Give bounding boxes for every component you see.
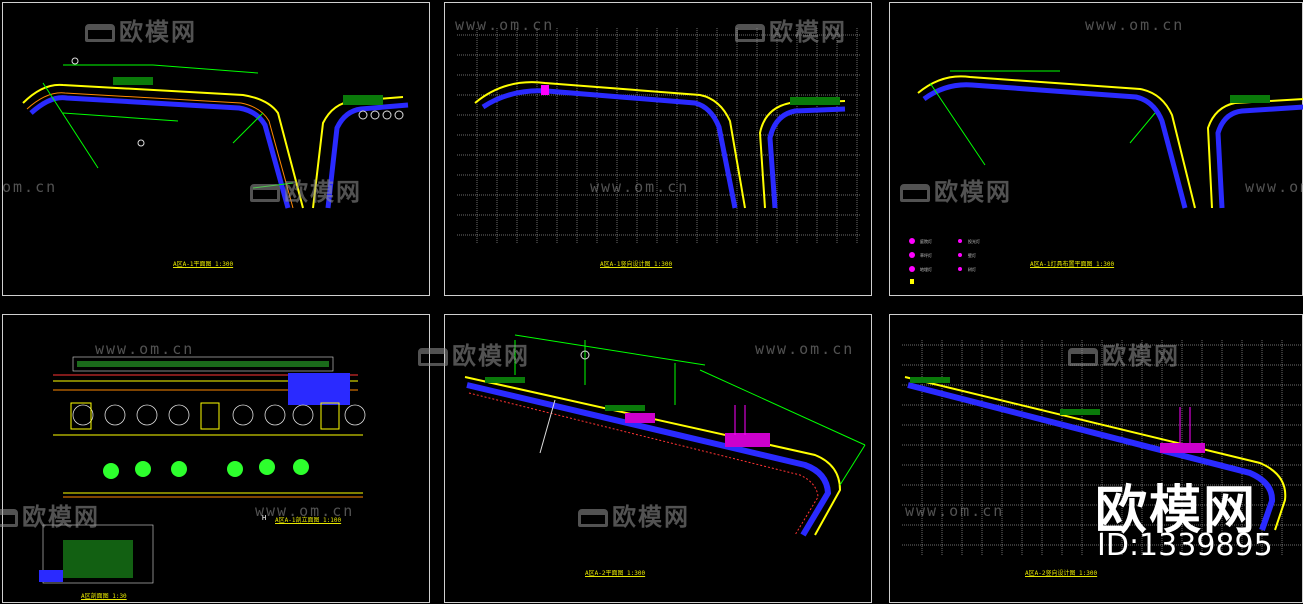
brand-logo-icon bbox=[85, 24, 115, 42]
url-watermark: om.cn bbox=[2, 178, 58, 196]
url-watermark: www.om.cn bbox=[95, 340, 195, 358]
legend-item: 庭院灯 bbox=[920, 239, 932, 244]
brand-watermark: 欧模网 bbox=[0, 497, 100, 532]
legend-item: 地埋灯 bbox=[920, 267, 932, 272]
brand-watermark-text: 欧模网 bbox=[452, 342, 530, 370]
brand-watermark-text: 欧模网 bbox=[769, 18, 847, 46]
brand-watermark: 欧模网 bbox=[418, 336, 530, 371]
sheet-title: A区A-2竖向设计图 1:300 bbox=[1025, 570, 1098, 577]
url-watermark: www.om.cn bbox=[755, 340, 855, 358]
sheet-title: A区A-1平面图 1:300 bbox=[173, 261, 234, 268]
legend-item: 树灯 bbox=[968, 267, 976, 272]
sheet-title: A区A-1灯具布置平面图 1:300 bbox=[1030, 261, 1115, 268]
url-watermark: www.om.cn bbox=[455, 16, 555, 34]
sheet-lighting-a1[interactable]: 庭院灯 草坪灯 地埋灯 投光灯 壁灯 树灯 A区A-1灯具布置平面图 1:300 bbox=[889, 2, 1303, 296]
sheet-elevation[interactable]: A区A-1剖立面图 1:100 A区剖面图 1:30 H bbox=[2, 314, 430, 603]
brand-logo-icon bbox=[735, 24, 765, 42]
url-watermark: www.om.cn bbox=[1085, 16, 1185, 34]
brand-logo-icon bbox=[900, 184, 930, 202]
brand-watermark-text: 欧模网 bbox=[612, 503, 690, 531]
sheet-title: A区A-1竖向设计图 1:300 bbox=[600, 261, 673, 268]
brand-logo-icon bbox=[578, 509, 608, 527]
brand-logo-icon bbox=[0, 509, 18, 527]
section-title: A区剖面图 1:30 bbox=[81, 593, 127, 600]
grading-a1-drawing bbox=[457, 28, 860, 243]
brand-watermark: 欧模网 bbox=[1068, 336, 1180, 371]
brand-watermark: 欧模网 bbox=[250, 172, 362, 207]
url-watermark: www.om.cn bbox=[1245, 178, 1303, 196]
brand-watermark: 欧模网 bbox=[735, 12, 847, 47]
lighting-a1-drawing bbox=[909, 70, 1303, 284]
plan-a1-drawing bbox=[22, 57, 409, 209]
legend-item: 壁灯 bbox=[968, 253, 976, 258]
url-watermark: www.om.cn bbox=[905, 502, 1005, 520]
elevation-drawing bbox=[39, 356, 366, 584]
brand-logo-icon bbox=[250, 184, 280, 202]
brand-watermark-text: 欧模网 bbox=[284, 178, 362, 206]
brand-watermark-text: 欧模网 bbox=[22, 503, 100, 531]
brand-watermark-text: 欧模网 bbox=[934, 178, 1012, 206]
legend-item: 草坪灯 bbox=[920, 253, 932, 258]
brand-watermark: 欧模网 bbox=[578, 497, 690, 532]
brand-watermark: 欧模网 bbox=[85, 12, 197, 47]
brand-watermark: 欧模网 bbox=[900, 172, 1012, 207]
legend-item: 投光灯 bbox=[968, 239, 980, 244]
brand-watermark-text: 欧模网 bbox=[119, 18, 197, 46]
brand-watermark-text: 欧模网 bbox=[1102, 342, 1180, 370]
url-watermark: www.om.cn bbox=[590, 178, 690, 196]
sheet-plan-a1[interactable]: A区A-1平面图 1:300 bbox=[2, 2, 430, 296]
brand-logo-icon bbox=[418, 348, 448, 366]
sheet-title: A区A-2平面图 1:300 bbox=[585, 570, 646, 577]
brand-logo-icon bbox=[1068, 348, 1098, 366]
id-watermark: ID:1339895 bbox=[1097, 528, 1273, 563]
url-watermark: www.om.cn bbox=[255, 502, 355, 520]
